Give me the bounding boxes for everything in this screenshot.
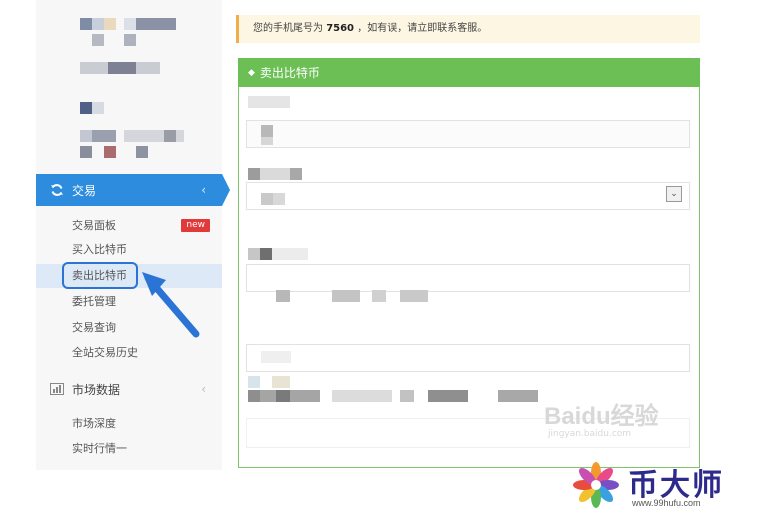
refresh-icon [51, 184, 63, 196]
sidebar-item-buy-bitcoin[interactable]: 买入比特币 [36, 238, 222, 262]
panel-title: 卖出比特币 [259, 66, 320, 80]
form-field-1[interactable] [246, 120, 690, 148]
sidebar-item-label: 交易面板 [72, 219, 116, 232]
brand-logo: 币大师 www.99hufu.com [570, 460, 750, 510]
screenshot-stage: 交易 ‹ 交易面板 new 买入比特币 卖出比特币 委托管理 交易查询 全站交易… [0, 0, 758, 512]
dropdown-arrow-icon[interactable]: ⌄ [666, 186, 682, 202]
sidebar-item-label: 委托管理 [72, 295, 116, 308]
form-field-3[interactable] [246, 344, 690, 372]
baidu-watermark-text: Baidu经验 [544, 403, 659, 430]
baidu-watermark: Baidu经验 jingyan.baidu.com [544, 396, 659, 439]
sidebar-item-label: 交易查询 [72, 321, 116, 334]
trade-section-label: 交易 [72, 183, 97, 198]
chevron-left-icon: ‹ [201, 183, 206, 197]
sidebar-item-trade-panel[interactable]: 交易面板 new [36, 214, 222, 238]
sidebar-item-label: 实时行情一 [72, 442, 127, 455]
sidebar-item-label: 市场深度 [72, 417, 116, 430]
pointer-arrow-icon [142, 272, 200, 338]
sidebar-item-site-trade-history[interactable]: 全站交易历史 [36, 341, 222, 365]
sidebar-section-trade[interactable]: 交易 ‹ [36, 174, 230, 206]
brand-url: www.99hufu.com [632, 498, 701, 508]
highlight-ring [62, 262, 138, 289]
form-select-field[interactable] [246, 182, 690, 210]
sidebar-section-market-data[interactable]: 市场数据 ‹ [36, 376, 222, 402]
sidebar-item-market-depth[interactable]: 市场深度 [36, 412, 222, 436]
phone-tail: 7560 [326, 23, 355, 34]
sidebar-item-label: 全站交易历史 [72, 346, 138, 359]
new-badge: new [181, 219, 210, 232]
chevron-left-icon: ‹ [201, 382, 206, 396]
chart-icon [50, 383, 64, 395]
notice-prefix: 您的手机尾号为 [253, 23, 323, 34]
market-section-label: 市场数据 [72, 382, 121, 397]
sidebar-item-label: 买入比特币 [72, 243, 127, 256]
panel-header: ◆ 卖出比特币 [238, 58, 700, 87]
phone-notice-banner: 您的手机尾号为 7560 ，如有误，请立即联系客服。 [236, 15, 700, 43]
notice-suffix: ，如有误，请立即联系客服。 [357, 23, 488, 34]
sidebar-item-realtime-quotes[interactable]: 实时行情一 [36, 437, 222, 461]
diamond-icon: ◆ [248, 67, 255, 78]
flower-logo-icon [573, 462, 619, 508]
form-field-2[interactable] [246, 264, 690, 292]
